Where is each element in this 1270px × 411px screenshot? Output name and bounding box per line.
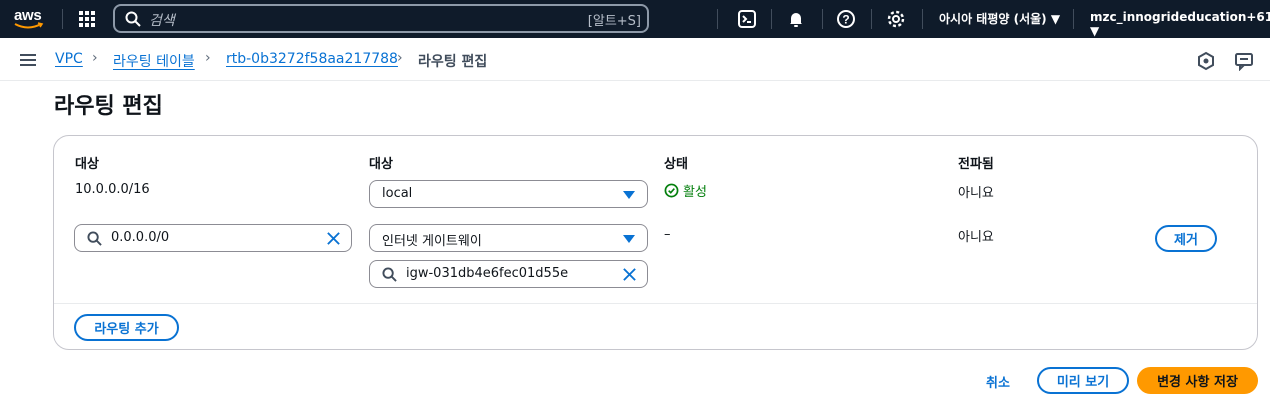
save-changes-button[interactable]: 변경 사항 저장 bbox=[1137, 367, 1258, 394]
menu-icon[interactable] bbox=[20, 54, 36, 66]
preview-button[interactable]: 미리 보기 bbox=[1037, 367, 1129, 394]
search-shortcut: [알트+S] bbox=[587, 14, 641, 29]
search-icon bbox=[87, 231, 102, 246]
breadcrumb-current: 라우팅 편집 bbox=[418, 54, 488, 70]
column-header-target: 대상 bbox=[369, 157, 393, 172]
grid-icon[interactable] bbox=[79, 11, 95, 27]
chevron-right-icon: › bbox=[397, 50, 403, 66]
check-circle-icon bbox=[664, 183, 679, 198]
notifications-panel-icon[interactable] bbox=[1196, 51, 1216, 71]
chevron-right-icon: › bbox=[92, 50, 98, 66]
nav-divider bbox=[871, 9, 872, 29]
aws-logo[interactable]: aws bbox=[14, 6, 48, 32]
cancel-button[interactable]: 취소 bbox=[986, 372, 1010, 391]
remove-button[interactable]: 제거 bbox=[1155, 225, 1217, 252]
panel-divider bbox=[54, 303, 1257, 304]
target-id-input[interactable]: igw-031db4e6fec01d55e bbox=[369, 260, 648, 288]
account-menu[interactable]: mzc_innogrideducation+61 ▼ bbox=[1090, 10, 1270, 38]
status-badge: 활성 bbox=[664, 181, 707, 200]
search-input[interactable]: 검색 [알트+S] bbox=[113, 4, 649, 33]
close-icon[interactable] bbox=[326, 231, 341, 246]
feedback-icon[interactable] bbox=[1234, 51, 1254, 71]
column-header-status: 상태 bbox=[664, 157, 688, 172]
nav-divider bbox=[62, 9, 63, 29]
status-text: 활성 bbox=[683, 185, 707, 200]
status-empty: – bbox=[664, 227, 671, 242]
nav-divider bbox=[771, 9, 772, 29]
target-select[interactable]: local bbox=[369, 180, 648, 208]
nav-divider bbox=[717, 9, 718, 29]
nav-divider bbox=[822, 9, 823, 29]
svg-text:?: ? bbox=[842, 13, 849, 27]
target-id-input-value: igw-031db4e6fec01d55e bbox=[406, 266, 569, 281]
chevron-right-icon: › bbox=[205, 50, 211, 66]
propagated-value: 아니요 bbox=[958, 230, 994, 245]
search-icon bbox=[125, 11, 141, 27]
breadcrumb-vpc[interactable]: VPC bbox=[55, 51, 83, 67]
column-header-destination: 대상 bbox=[75, 157, 99, 172]
route-destination: 10.0.0.0/16 bbox=[75, 182, 150, 197]
page-title: 라우팅 편집 bbox=[54, 94, 163, 119]
propagated-value: 아니요 bbox=[958, 186, 994, 201]
add-route-button[interactable]: 라우팅 추가 bbox=[74, 314, 179, 341]
caret-down-icon bbox=[623, 191, 635, 199]
close-icon[interactable] bbox=[622, 267, 637, 282]
search-icon bbox=[382, 267, 397, 282]
destination-input[interactable]: 0.0.0.0/0 bbox=[74, 224, 352, 252]
destination-input-value: 0.0.0.0/0 bbox=[111, 230, 170, 245]
breadcrumb-bar: VPC › 라우팅 테이블 › rtb-0b3272f58aa217788 › … bbox=[0, 38, 1270, 81]
bell-icon[interactable] bbox=[786, 9, 806, 29]
target-select-value: 인터넷 게이트웨이 bbox=[382, 234, 482, 249]
target-select-value: local bbox=[382, 186, 413, 201]
breadcrumb-route-table-id[interactable]: rtb-0b3272f58aa217788 bbox=[226, 51, 398, 67]
caret-down-icon bbox=[623, 235, 635, 243]
region-selector[interactable]: 아시아 태평양 (서울) ▼ bbox=[939, 10, 1060, 27]
column-header-propagated: 전파됨 bbox=[958, 157, 994, 172]
help-icon[interactable]: ? bbox=[836, 9, 856, 29]
breadcrumb-route-tables[interactable]: 라우팅 테이블 bbox=[113, 51, 195, 71]
target-select[interactable]: 인터넷 게이트웨이 bbox=[369, 224, 648, 252]
settings-icon[interactable] bbox=[886, 9, 906, 29]
nav-divider bbox=[922, 9, 923, 29]
cloudshell-icon[interactable] bbox=[737, 9, 757, 29]
top-navigation: aws 검색 [알트+S] ? 아시아 태평양 (서울) ▼ mzc_innog… bbox=[0, 0, 1270, 38]
nav-divider bbox=[1073, 9, 1074, 29]
search-placeholder: 검색 bbox=[149, 13, 175, 29]
